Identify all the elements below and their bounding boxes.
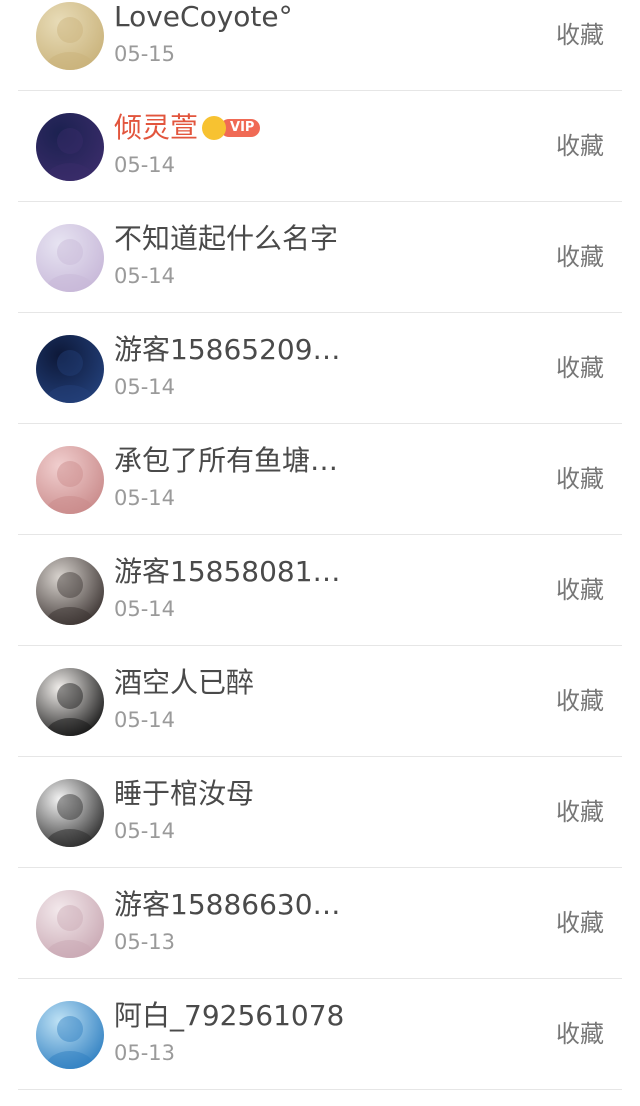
date-label: 05-13: [114, 930, 176, 954]
boy-dark-avatar[interactable]: [36, 113, 104, 181]
favorite-button[interactable]: 收藏: [556, 575, 604, 605]
username-text: 睡于棺汝母: [114, 777, 255, 810]
night-sky-avatar[interactable]: [36, 335, 104, 403]
username[interactable]: 阿白_792561078: [114, 999, 344, 1033]
favorite-button[interactable]: 收藏: [556, 20, 604, 50]
username[interactable]: 睡于棺汝母: [114, 777, 254, 811]
date-label: 05-15: [114, 42, 176, 66]
date-label: 05-14: [114, 153, 176, 177]
manga-sketch-avatar[interactable]: [36, 779, 104, 847]
username-text: 不知道起什么名字: [114, 222, 339, 255]
username[interactable]: 游客15886630…: [114, 888, 341, 922]
favorite-button[interactable]: 收藏: [556, 908, 604, 938]
username[interactable]: 游客15858081…: [114, 555, 341, 589]
crown-icon: [202, 116, 227, 140]
username-text: 阿白_792561078: [114, 999, 345, 1032]
date-label: 05-14: [114, 486, 176, 510]
username[interactable]: 不知道起什么名字: [114, 222, 338, 256]
date-label: 05-14: [114, 375, 176, 399]
vip-badge: VIP: [202, 116, 261, 140]
date-label: 05-14: [114, 708, 176, 732]
favorite-button[interactable]: 收藏: [556, 353, 604, 383]
username[interactable]: 酒空人已醉: [114, 666, 254, 700]
date-label: 05-14: [114, 264, 176, 288]
favorite-button[interactable]: 收藏: [556, 686, 604, 716]
favorite-button[interactable]: 收藏: [556, 464, 604, 494]
username-text: LoveCoyote°: [114, 0, 293, 33]
list-item[interactable]: 倾灵萱 VIP 05-14 收藏: [18, 91, 622, 202]
list-item[interactable]: 不知道起什么名字 05-14 收藏: [18, 202, 622, 313]
list-item[interactable]: LoveCoyote° 05-15 收藏: [18, 0, 622, 91]
favorite-button[interactable]: 收藏: [556, 131, 604, 161]
list-item[interactable]: 游客15858081… 05-14 收藏: [18, 535, 622, 646]
favorite-button[interactable]: 收藏: [556, 242, 604, 272]
list-item[interactable]: 睡于棺汝母 05-14 收藏: [18, 757, 622, 868]
username[interactable]: 游客15865209…: [114, 333, 341, 367]
girl-black-hair-avatar[interactable]: [36, 668, 104, 736]
pink-flower-avatar[interactable]: [36, 446, 104, 514]
favorite-button[interactable]: 收藏: [556, 797, 604, 827]
blonde-character-avatar[interactable]: [36, 2, 104, 70]
username[interactable]: LoveCoyote°: [114, 0, 293, 34]
username[interactable]: 倾灵萱 VIP: [114, 111, 261, 145]
date-label: 05-13: [114, 1041, 176, 1065]
username-text: 酒空人已醉: [114, 666, 255, 699]
username-text: 承包了所有鱼塘…: [114, 444, 339, 477]
username[interactable]: 承包了所有鱼塘…: [114, 444, 338, 478]
username-text: 游客15886630…: [114, 888, 341, 921]
blue-anime-avatar[interactable]: [36, 1001, 104, 1069]
username-text: 游客15865209…: [114, 333, 341, 366]
list-item[interactable]: 酒空人已醉 05-14 收藏: [18, 646, 622, 757]
username-text: 倾灵萱: [114, 111, 199, 144]
anime-girl-avatar[interactable]: [36, 224, 104, 292]
favorite-button[interactable]: 收藏: [556, 1019, 604, 1049]
list-item[interactable]: 游客15865209… 05-14 收藏: [18, 313, 622, 424]
user-list: LoveCoyote° 05-15 收藏 倾灵萱 VIP 05-14 收藏 不知道起什么名字 0…: [0, 0, 640, 1090]
list-item[interactable]: 承包了所有鱼塘… 05-14 收藏: [18, 424, 622, 535]
soft-girl-avatar[interactable]: [36, 890, 104, 958]
list-item[interactable]: 游客15886630… 05-13 收藏: [18, 868, 622, 979]
list-item[interactable]: 阿白_792561078 05-13 收藏: [18, 979, 622, 1090]
boy-portrait-avatar[interactable]: [36, 557, 104, 625]
username-text: 游客15858081…: [114, 555, 341, 588]
vip-label: VIP: [220, 119, 261, 137]
date-label: 05-14: [114, 597, 176, 621]
date-label: 05-14: [114, 819, 176, 843]
